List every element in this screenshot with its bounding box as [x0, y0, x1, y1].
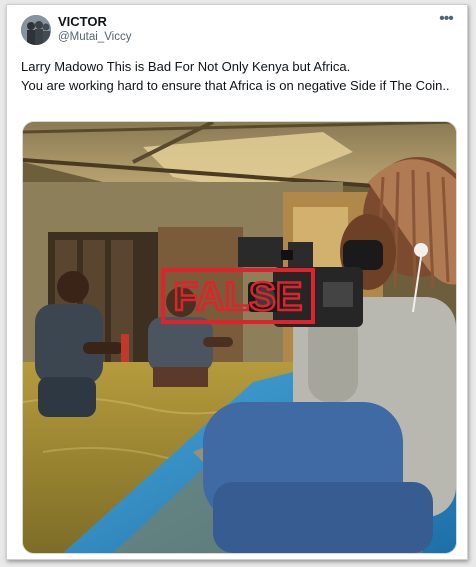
tweet-text: Larry Madowo This is Bad For Not Only Ke… [21, 59, 450, 93]
false-stamp-text: FALSE [174, 275, 303, 319]
author-handle[interactable]: @Mutai_Viccy [58, 31, 131, 43]
tweet-card[interactable]: VICTOR @Mutai_Viccy ••• Larry Madowo Thi… [6, 4, 468, 560]
more-horizontal-icon[interactable]: ••• [433, 9, 459, 29]
avatar[interactable] [21, 15, 51, 45]
tweet-photo[interactable]: FALSE [22, 121, 457, 554]
author-name[interactable]: VICTOR [58, 14, 107, 29]
